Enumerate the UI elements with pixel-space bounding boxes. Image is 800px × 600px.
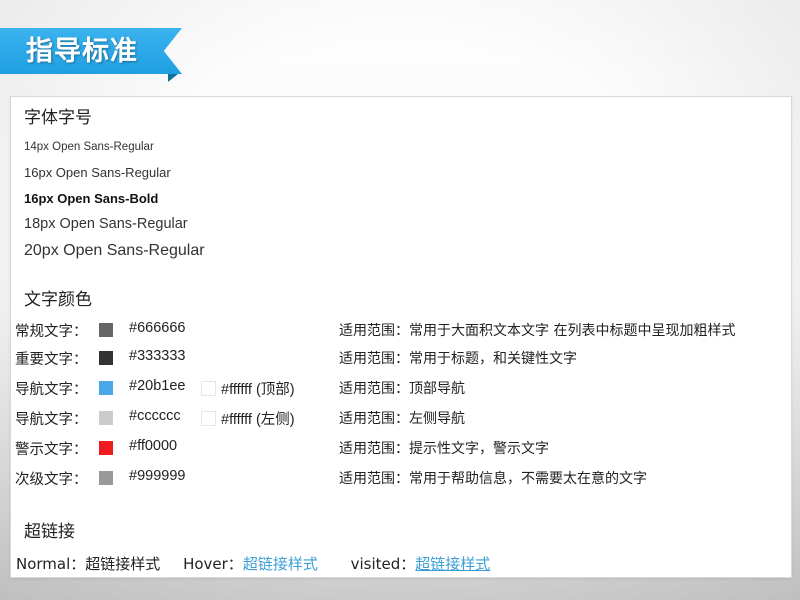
font-sample-16-regular: 16px Open Sans-Regular — [24, 165, 171, 180]
color-row-label: 导航文字： — [15, 382, 88, 398]
color-row-nav-top: 导航文字： #20b1ee #ffffff (顶部) 适用范围：顶部导航 — [11, 376, 791, 400]
visited-link-sample[interactable]: 超链接样式 — [415, 553, 490, 574]
color-code: #ff0000 — [129, 438, 178, 454]
color-scope: 适用范围：常用于帮助信息，不需要太在意的文字 — [339, 471, 647, 487]
color-code: #20b1ee — [129, 378, 186, 394]
normal-label: Normal： — [16, 555, 86, 573]
color-code: #999999 — [129, 468, 186, 484]
font-sample-18-regular: 18px Open Sans-Regular — [24, 216, 188, 232]
color-row-warning: 警示文字： #ff0000 适用范围：提示性文字，警示文字 — [11, 436, 791, 460]
fonts-heading: 字体字号 — [24, 108, 92, 128]
color-code: #333333 — [129, 348, 186, 364]
color-code: #666666 — [129, 320, 186, 336]
visited-label: visited： — [350, 555, 416, 573]
color-row-nav-left: 导航文字： #cccccc #ffffff (左侧) 适用范围：左侧导航 — [11, 406, 791, 430]
color-row-label: 次级文字： — [15, 472, 88, 488]
colors-heading: 文字颜色 — [24, 290, 92, 310]
link-styles-row: Normal：超链接样式 Hover：超链接样式 visited：超链接样式 — [16, 553, 490, 574]
color-code: #cccccc — [129, 408, 181, 424]
color-row-label: 重要文字： — [15, 352, 88, 368]
font-sample-14-regular: 14px Open Sans-Regular — [24, 141, 154, 153]
color-scope: 适用范围：常用于标题，和关键性文字 — [339, 351, 577, 367]
normal-link-sample[interactable]: 超链接样式 — [85, 553, 160, 574]
color-row-important: 重要文字： #333333 适用范围：常用于标题，和关键性文字 — [11, 346, 791, 370]
font-sample-16-bold: 16px Open Sans-Bold — [24, 191, 159, 206]
color-scope: 适用范围：顶部导航 — [339, 381, 465, 397]
color-swatch — [99, 471, 113, 485]
guideline-panel: 字体字号 14px Open Sans-Regular 16px Open Sa… — [10, 96, 792, 578]
color-swatch — [99, 351, 113, 365]
hover-label: Hover： — [183, 555, 243, 573]
color-swatch — [99, 441, 113, 455]
color-swatch-secondary — [201, 411, 216, 426]
color-row-label: 导航文字： — [15, 412, 88, 428]
color-code-secondary: #ffffff (顶部) — [221, 382, 295, 398]
color-swatch — [99, 411, 113, 425]
banner-fold — [168, 74, 178, 82]
font-sample-20-regular: 20px Open Sans-Regular — [24, 242, 205, 259]
color-swatch — [99, 323, 113, 337]
color-scope: 适用范围：左侧导航 — [339, 411, 465, 427]
hover-link-sample[interactable]: 超链接样式 — [243, 553, 318, 574]
color-swatch — [99, 381, 113, 395]
color-scope: 适用范围：提示性文字，警示文字 — [339, 441, 549, 457]
color-swatch-secondary — [201, 381, 216, 396]
links-heading: 超链接 — [24, 522, 75, 542]
color-row-regular: 常规文字： #666666 适用范围：常用于大面积文本文字 在列表中标题中呈现加… — [11, 318, 791, 342]
color-code-secondary: #ffffff (左侧) — [221, 412, 295, 428]
color-scope: 适用范围：常用于大面积文本文字 在列表中标题中呈现加粗样式 — [339, 323, 736, 339]
banner-title: 指导标准 — [26, 36, 138, 67]
color-row-secondary: 次级文字： #999999 适用范围：常用于帮助信息，不需要太在意的文字 — [11, 466, 791, 490]
color-row-label: 警示文字： — [15, 442, 88, 458]
color-row-label: 常规文字： — [15, 324, 88, 340]
